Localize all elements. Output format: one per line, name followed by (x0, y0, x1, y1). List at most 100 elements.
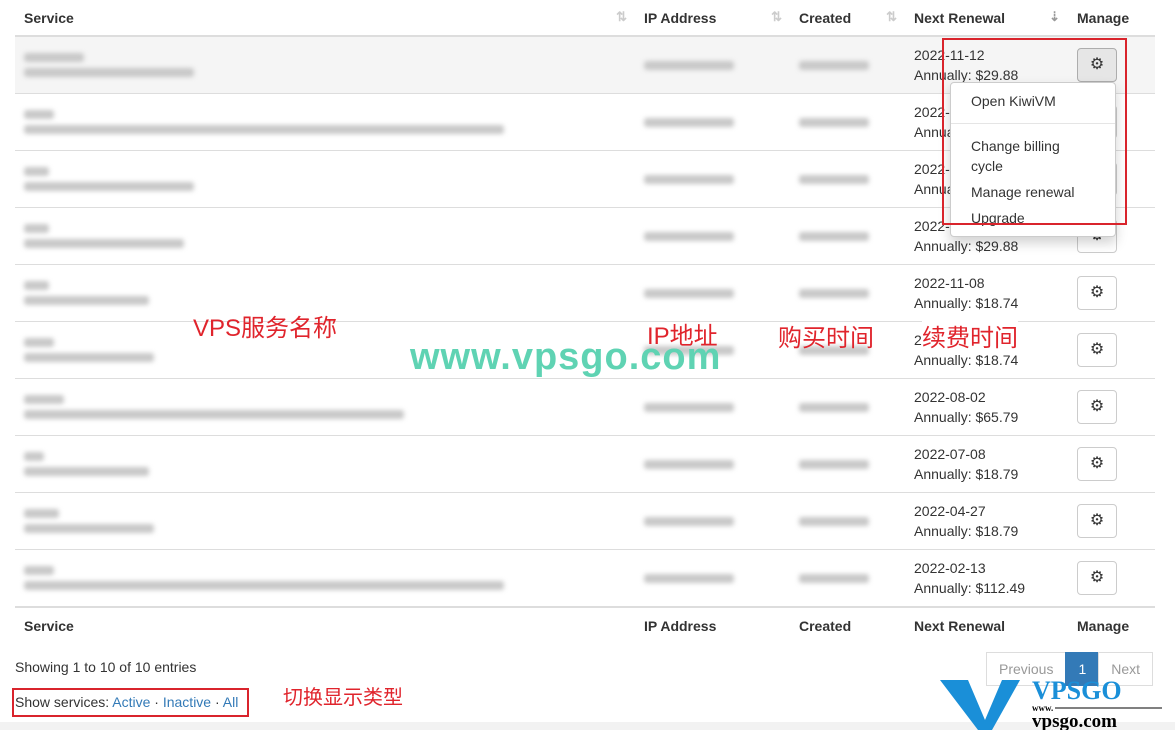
blurred-date (799, 573, 869, 583)
col-manage: Manage (1068, 0, 1155, 37)
manage-gear-button[interactable]: ⚙ (1077, 276, 1117, 310)
manage-gear-button[interactable]: ⚙ (1077, 561, 1117, 595)
manage-cell: ⚙ (1068, 492, 1155, 550)
foot-service: Service (15, 606, 635, 643)
blurred-description (24, 524, 154, 533)
renewal-cell: 2022-07-08 Annually: $18.79 (905, 435, 1068, 493)
created-cell (790, 93, 905, 151)
ip-cell (635, 378, 790, 436)
annotation-service: VPS服务名称 (193, 315, 338, 342)
blurred-hostname (24, 53, 84, 62)
col-created[interactable]: Created ⇅ (790, 0, 905, 37)
svg-text:VPSGO: VPSGO (1032, 676, 1122, 705)
ip-cell (635, 435, 790, 493)
sort-icon: ⇅ (771, 9, 782, 24)
blurred-ip (644, 573, 734, 583)
blurred-ip (644, 516, 734, 526)
service-cell[interactable] (15, 435, 635, 493)
manage-gear-button[interactable]: ⚙ (1077, 333, 1117, 367)
blurred-date (799, 231, 869, 241)
gear-icon: ⚙ (1089, 455, 1105, 472)
blurred-description (24, 296, 149, 305)
blurred-ip (644, 402, 734, 412)
blurred-ip (644, 231, 734, 241)
blurred-description (24, 239, 184, 248)
svg-text:vpsgo.com: vpsgo.com (1032, 711, 1117, 730)
created-cell (790, 150, 905, 208)
gear-icon: ⚙ (1089, 398, 1105, 415)
service-cell[interactable] (15, 150, 635, 208)
highlight-box (12, 688, 249, 717)
gear-icon: ⚙ (1089, 284, 1105, 301)
service-cell[interactable] (15, 492, 635, 550)
annotation-toggle: 切换显示类型 (283, 687, 403, 709)
service-cell[interactable] (15, 207, 635, 265)
renewal-cell: 2022-04-27 Annually: $18.79 (905, 492, 1068, 550)
gear-icon: ⚙ (1089, 569, 1105, 586)
blurred-hostname (24, 452, 44, 461)
blurred-ip (644, 174, 734, 184)
blurred-date (799, 174, 869, 184)
created-cell (790, 549, 905, 607)
blurred-date (799, 288, 869, 298)
manage-cell: ⚙ (1068, 264, 1155, 322)
blurred-ip (644, 117, 734, 127)
manage-gear-button[interactable]: ⚙ (1077, 504, 1117, 538)
entries-info: Showing 1 to 10 of 10 entries (15, 659, 197, 675)
watermark: www.vpsgo.com (410, 336, 722, 378)
blurred-hostname (24, 509, 59, 518)
foot-ip: IP Address (635, 606, 790, 643)
blurred-description (24, 182, 194, 191)
blurred-hostname (24, 338, 54, 347)
blurred-hostname (24, 395, 64, 404)
table-row: 2022-07-08 Annually: $18.79 ⚙ (15, 435, 1155, 493)
col-renewal[interactable]: Next Renewal ⇣ (905, 0, 1068, 37)
blurred-hostname (24, 281, 49, 290)
table-row: 2022-08-02 Annually: $65.79 ⚙ (15, 378, 1155, 436)
service-cell[interactable] (15, 35, 635, 94)
blurred-hostname (24, 566, 54, 575)
blurred-description (24, 125, 504, 134)
service-cell[interactable] (15, 378, 635, 436)
foot-renewal: Next Renewal (905, 606, 1068, 643)
table-row: 2022-11-08 Annually: $18.74 ⚙ (15, 264, 1155, 322)
blurred-description (24, 467, 149, 476)
table-row: 2022-02-13 Annually: $112.49 ⚙ (15, 549, 1155, 607)
sort-icon: ⇅ (886, 9, 897, 24)
blurred-date (799, 402, 869, 412)
table-row: 2022-04-27 Annually: $18.79 ⚙ (15, 492, 1155, 550)
annotation-created: 购买时间 (778, 325, 874, 352)
created-cell (790, 35, 905, 94)
ip-cell (635, 264, 790, 322)
renewal-cell: 2022-11-08 Annually: $18.74 (905, 264, 1068, 322)
service-cell[interactable] (15, 93, 635, 151)
renewal-cell: 2022-08-02 Annually: $65.79 (905, 378, 1068, 436)
col-ip[interactable]: IP Address ⇅ (635, 0, 790, 37)
manage-cell: ⚙ (1068, 378, 1155, 436)
manage-gear-button[interactable]: ⚙ (1077, 447, 1117, 481)
ip-cell (635, 207, 790, 265)
blurred-description (24, 410, 404, 419)
blurred-date (799, 117, 869, 127)
blurred-description (24, 581, 504, 590)
blurred-ip (644, 459, 734, 469)
ip-cell (635, 492, 790, 550)
created-cell (790, 492, 905, 550)
blurred-hostname (24, 167, 49, 176)
gear-icon: ⚙ (1089, 512, 1105, 529)
gear-icon: ⚙ (1089, 341, 1105, 358)
manage-cell: ⚙ (1068, 435, 1155, 493)
manage-cell: ⚙ (1068, 321, 1155, 379)
blurred-description (24, 353, 154, 362)
col-service[interactable]: Service ⇅ (15, 0, 635, 37)
manage-gear-button[interactable]: ⚙ (1077, 390, 1117, 424)
renewal-cell: 2022-02-13 Annually: $112.49 (905, 549, 1068, 607)
service-cell[interactable] (15, 549, 635, 607)
created-cell (790, 378, 905, 436)
sort-icon: ⇅ (616, 9, 627, 24)
blurred-date (799, 516, 869, 526)
blurred-date (799, 60, 869, 70)
foot-created: Created (790, 606, 905, 643)
blurred-hostname (24, 110, 54, 119)
blurred-ip (644, 288, 734, 298)
